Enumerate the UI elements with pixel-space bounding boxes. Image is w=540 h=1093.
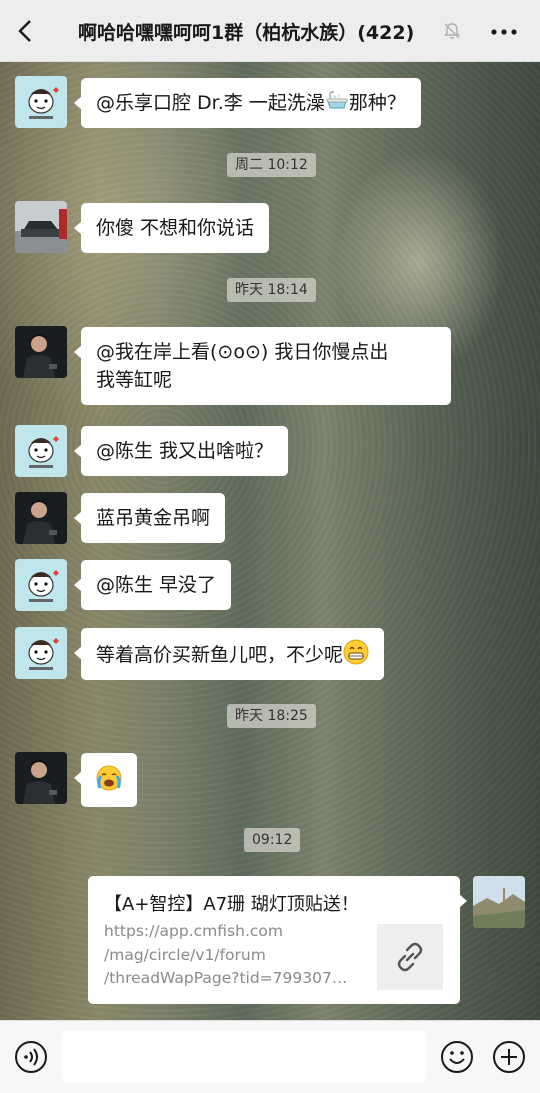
link-card-url: https://app.cmfish.com /mag/circle/v1/fo…: [104, 922, 348, 987]
avatar[interactable]: [15, 627, 67, 679]
man-photo-avatar-icon: [15, 492, 67, 544]
plus-icon[interactable]: [492, 1040, 526, 1074]
cartoon-avatar-icon: [28, 570, 59, 602]
message-bubble[interactable]: 你傻 不想和你说话: [73, 203, 270, 253]
cartoon-avatar-icon: [28, 638, 59, 670]
cartoon-avatar-icon: [28, 436, 59, 468]
avatar[interactable]: [15, 201, 67, 253]
more-icon[interactable]: [490, 28, 518, 36]
voice-icon[interactable]: [14, 1040, 48, 1074]
timestamp: 周二 10:12: [227, 153, 316, 177]
input-toolbar: [0, 1020, 540, 1093]
man-photo-avatar-icon: [15, 752, 67, 804]
landscape-photo-avatar-icon: [473, 876, 525, 928]
message-bubble[interactable]: [74, 753, 137, 807]
message-bubble[interactable]: 等着高价买新鱼儿吧，不少呢: [73, 628, 385, 680]
avatar[interactable]: [15, 559, 67, 611]
link-card-title: 【A+智控】A7珊 瑚灯顶贴送！: [104, 894, 359, 915]
link-thumbnail: [377, 924, 443, 990]
timestamp: 昨天 18:14: [227, 278, 316, 302]
avatar[interactable]: [15, 76, 67, 128]
avatar[interactable]: [15, 752, 67, 804]
message-bubble[interactable]: 蓝吊黄金吊啊: [73, 493, 226, 543]
car-photo-avatar-icon: [15, 201, 67, 253]
crying-emoji-icon: [96, 765, 122, 791]
grinning-emoji-icon: [343, 639, 369, 665]
timestamp: 昨天 18:25: [227, 704, 316, 728]
avatar[interactable]: [15, 492, 67, 544]
self-avatar[interactable]: [473, 876, 525, 928]
chat-header: 啊哈哈嘿嘿呵呵1群（柏杭水族）(422): [0, 0, 540, 62]
cartoon-avatar-icon: [28, 87, 59, 119]
bathtub-emoji-icon: [326, 91, 348, 109]
message-input[interactable]: [62, 1031, 426, 1083]
message-bubble[interactable]: @陈生 早没了: [73, 560, 232, 610]
timestamp: 09:12: [244, 828, 301, 852]
link-icon: [397, 942, 423, 972]
avatar[interactable]: [15, 326, 67, 378]
avatar[interactable]: [15, 425, 67, 477]
link-card[interactable]: 【A+智控】A7珊 瑚灯顶贴送！ https://app.cmfish.com …: [88, 876, 467, 1004]
man-photo-avatar-icon: [15, 326, 67, 378]
message-bubble[interactable]: @陈生 我又出啥啦？: [73, 426, 289, 476]
emoji-icon[interactable]: [440, 1040, 474, 1074]
back-icon[interactable]: [12, 17, 40, 45]
message-bubble[interactable]: @乐享口腔 Dr.李 一起洗澡 那种？: [74, 78, 421, 128]
message-bubble[interactable]: @我在岸上看(⊙o⊙) 我日你慢点出 我等缸呢: [74, 327, 451, 405]
chat-title: 啊哈哈嘿嘿呵呵1群（柏杭水族）(422): [78, 22, 415, 44]
mute-bell-icon: [444, 23, 460, 39]
